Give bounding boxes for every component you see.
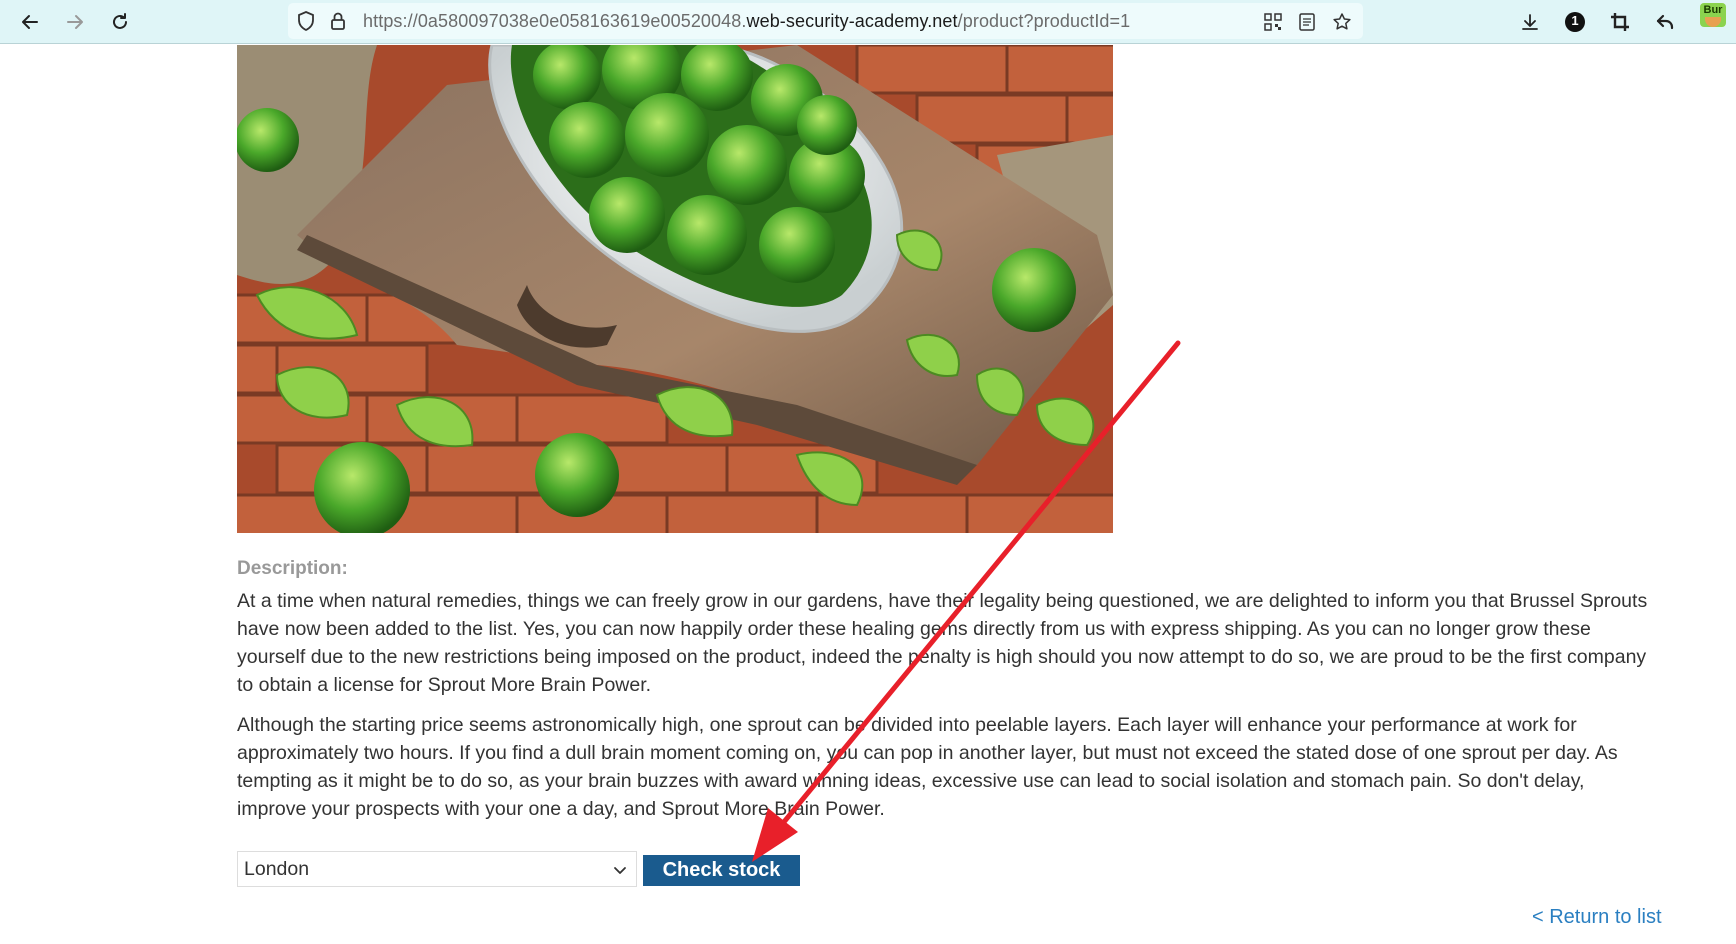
store-select[interactable]: London	[237, 851, 637, 887]
qr-code-icon[interactable]	[1262, 11, 1284, 33]
reader-view-icon[interactable]	[1296, 11, 1318, 33]
return-to-list-link[interactable]: < Return to list	[1532, 906, 1662, 929]
url-path: /product?productId=1	[957, 11, 1131, 31]
address-bar[interactable]: https://0a580097038e0e058163619e00520048…	[288, 3, 1363, 39]
check-stock-button[interactable]: Check stock	[643, 855, 800, 886]
product-image	[237, 45, 1113, 533]
brussels-sprouts-image	[237, 45, 1113, 533]
forward-button[interactable]	[61, 8, 89, 36]
undo-arrow-icon[interactable]	[1652, 9, 1678, 35]
reload-icon	[113, 13, 127, 29]
description-paragraph-1: At a time when natural remedies, things …	[237, 590, 1648, 696]
description-heading: Description:	[237, 558, 348, 579]
notification-badge-icon[interactable]: 1	[1562, 9, 1588, 35]
browser-toolbar: https://0a580097038e0e058163619e00520048…	[0, 0, 1736, 44]
extension-face-icon	[1705, 17, 1721, 27]
url-prefix: https://0a580097038e0e058163619e00520048…	[363, 11, 747, 31]
url-text[interactable]: https://0a580097038e0e058163619e00520048…	[363, 11, 1130, 32]
download-icon[interactable]	[1517, 9, 1543, 35]
back-button[interactable]	[16, 8, 44, 36]
arrow-left-icon	[22, 15, 38, 29]
description-paragraph-2: Although the starting price seems astron…	[237, 714, 1618, 820]
crop-icon[interactable]	[1607, 9, 1633, 35]
bookmark-star-icon[interactable]	[1331, 11, 1353, 33]
shield-icon[interactable]	[296, 11, 316, 31]
arrow-right-icon	[67, 15, 83, 29]
extension-badge-label: Bur	[1703, 4, 1723, 16]
notification-count: 1	[1571, 13, 1579, 28]
store-select-value: London	[244, 858, 310, 880]
chevron-down-icon	[614, 867, 626, 874]
url-domain: web-security-academy.net	[746, 11, 958, 31]
extension-badge[interactable]: Bur	[1700, 3, 1726, 27]
reload-button[interactable]	[106, 8, 134, 36]
lock-icon[interactable]	[328, 11, 348, 31]
